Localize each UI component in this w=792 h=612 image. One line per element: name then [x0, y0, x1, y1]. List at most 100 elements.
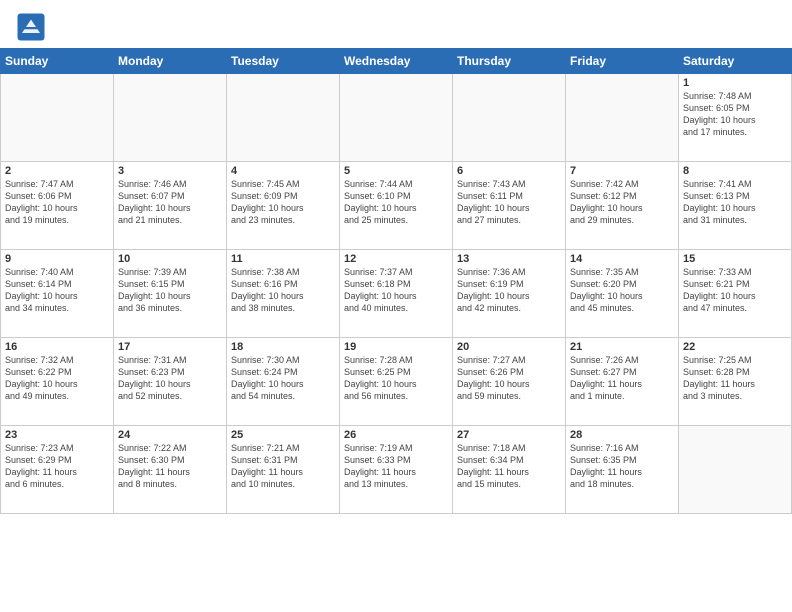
day-header-row: SundayMondayTuesdayWednesdayThursdayFrid… [1, 49, 792, 74]
day-cell: 26Sunrise: 7:19 AM Sunset: 6:33 PM Dayli… [340, 426, 453, 514]
day-number: 23 [5, 429, 109, 441]
day-info: Sunrise: 7:44 AM Sunset: 6:10 PM Dayligh… [344, 178, 448, 227]
day-info: Sunrise: 7:16 AM Sunset: 6:35 PM Dayligh… [570, 442, 674, 491]
day-number: 28 [570, 429, 674, 441]
calendar: SundayMondayTuesdayWednesdayThursdayFrid… [0, 48, 792, 514]
day-info: Sunrise: 7:42 AM Sunset: 6:12 PM Dayligh… [570, 178, 674, 227]
day-header-saturday: Saturday [679, 49, 792, 74]
day-cell: 1Sunrise: 7:48 AM Sunset: 6:05 PM Daylig… [679, 74, 792, 162]
day-cell: 7Sunrise: 7:42 AM Sunset: 6:12 PM Daylig… [566, 162, 679, 250]
day-cell [1, 74, 114, 162]
day-cell: 16Sunrise: 7:32 AM Sunset: 6:22 PM Dayli… [1, 338, 114, 426]
day-info: Sunrise: 7:31 AM Sunset: 6:23 PM Dayligh… [118, 354, 222, 403]
day-header-monday: Monday [114, 49, 227, 74]
day-info: Sunrise: 7:26 AM Sunset: 6:27 PM Dayligh… [570, 354, 674, 403]
day-cell: 4Sunrise: 7:45 AM Sunset: 6:09 PM Daylig… [227, 162, 340, 250]
week-row-4: 16Sunrise: 7:32 AM Sunset: 6:22 PM Dayli… [1, 338, 792, 426]
day-number: 21 [570, 341, 674, 353]
logo-icon [16, 12, 46, 42]
day-cell: 13Sunrise: 7:36 AM Sunset: 6:19 PM Dayli… [453, 250, 566, 338]
day-info: Sunrise: 7:40 AM Sunset: 6:14 PM Dayligh… [5, 266, 109, 315]
page-header [0, 0, 792, 48]
day-cell: 19Sunrise: 7:28 AM Sunset: 6:25 PM Dayli… [340, 338, 453, 426]
day-info: Sunrise: 7:35 AM Sunset: 6:20 PM Dayligh… [570, 266, 674, 315]
day-info: Sunrise: 7:19 AM Sunset: 6:33 PM Dayligh… [344, 442, 448, 491]
day-number: 7 [570, 165, 674, 177]
day-info: Sunrise: 7:37 AM Sunset: 6:18 PM Dayligh… [344, 266, 448, 315]
day-number: 27 [457, 429, 561, 441]
day-cell: 5Sunrise: 7:44 AM Sunset: 6:10 PM Daylig… [340, 162, 453, 250]
day-info: Sunrise: 7:33 AM Sunset: 6:21 PM Dayligh… [683, 266, 787, 315]
day-cell [453, 74, 566, 162]
day-number: 16 [5, 341, 109, 353]
day-cell: 25Sunrise: 7:21 AM Sunset: 6:31 PM Dayli… [227, 426, 340, 514]
day-cell: 9Sunrise: 7:40 AM Sunset: 6:14 PM Daylig… [1, 250, 114, 338]
week-row-2: 2Sunrise: 7:47 AM Sunset: 6:06 PM Daylig… [1, 162, 792, 250]
day-cell [566, 74, 679, 162]
day-info: Sunrise: 7:21 AM Sunset: 6:31 PM Dayligh… [231, 442, 335, 491]
day-number: 15 [683, 253, 787, 265]
day-cell [114, 74, 227, 162]
day-header-thursday: Thursday [453, 49, 566, 74]
day-cell: 20Sunrise: 7:27 AM Sunset: 6:26 PM Dayli… [453, 338, 566, 426]
day-cell [340, 74, 453, 162]
day-info: Sunrise: 7:32 AM Sunset: 6:22 PM Dayligh… [5, 354, 109, 403]
day-header-friday: Friday [566, 49, 679, 74]
day-cell: 14Sunrise: 7:35 AM Sunset: 6:20 PM Dayli… [566, 250, 679, 338]
day-cell: 17Sunrise: 7:31 AM Sunset: 6:23 PM Dayli… [114, 338, 227, 426]
day-info: Sunrise: 7:47 AM Sunset: 6:06 PM Dayligh… [5, 178, 109, 227]
day-header-tuesday: Tuesday [227, 49, 340, 74]
day-cell: 28Sunrise: 7:16 AM Sunset: 6:35 PM Dayli… [566, 426, 679, 514]
day-number: 3 [118, 165, 222, 177]
day-number: 2 [5, 165, 109, 177]
day-header-wednesday: Wednesday [340, 49, 453, 74]
day-number: 10 [118, 253, 222, 265]
day-cell: 8Sunrise: 7:41 AM Sunset: 6:13 PM Daylig… [679, 162, 792, 250]
day-number: 6 [457, 165, 561, 177]
day-cell [679, 426, 792, 514]
day-info: Sunrise: 7:25 AM Sunset: 6:28 PM Dayligh… [683, 354, 787, 403]
day-info: Sunrise: 7:48 AM Sunset: 6:05 PM Dayligh… [683, 90, 787, 139]
day-cell: 11Sunrise: 7:38 AM Sunset: 6:16 PM Dayli… [227, 250, 340, 338]
day-cell: 21Sunrise: 7:26 AM Sunset: 6:27 PM Dayli… [566, 338, 679, 426]
day-number: 22 [683, 341, 787, 353]
day-number: 12 [344, 253, 448, 265]
day-number: 13 [457, 253, 561, 265]
day-number: 24 [118, 429, 222, 441]
day-info: Sunrise: 7:36 AM Sunset: 6:19 PM Dayligh… [457, 266, 561, 315]
day-number: 20 [457, 341, 561, 353]
day-header-sunday: Sunday [1, 49, 114, 74]
day-info: Sunrise: 7:39 AM Sunset: 6:15 PM Dayligh… [118, 266, 222, 315]
day-number: 5 [344, 165, 448, 177]
day-cell: 3Sunrise: 7:46 AM Sunset: 6:07 PM Daylig… [114, 162, 227, 250]
day-number: 18 [231, 341, 335, 353]
day-info: Sunrise: 7:43 AM Sunset: 6:11 PM Dayligh… [457, 178, 561, 227]
day-number: 11 [231, 253, 335, 265]
day-cell: 10Sunrise: 7:39 AM Sunset: 6:15 PM Dayli… [114, 250, 227, 338]
day-info: Sunrise: 7:46 AM Sunset: 6:07 PM Dayligh… [118, 178, 222, 227]
week-row-3: 9Sunrise: 7:40 AM Sunset: 6:14 PM Daylig… [1, 250, 792, 338]
day-number: 14 [570, 253, 674, 265]
week-row-5: 23Sunrise: 7:23 AM Sunset: 6:29 PM Dayli… [1, 426, 792, 514]
day-cell: 6Sunrise: 7:43 AM Sunset: 6:11 PM Daylig… [453, 162, 566, 250]
week-row-1: 1Sunrise: 7:48 AM Sunset: 6:05 PM Daylig… [1, 74, 792, 162]
day-info: Sunrise: 7:28 AM Sunset: 6:25 PM Dayligh… [344, 354, 448, 403]
day-info: Sunrise: 7:23 AM Sunset: 6:29 PM Dayligh… [5, 442, 109, 491]
day-cell [227, 74, 340, 162]
logo [16, 12, 50, 42]
day-info: Sunrise: 7:18 AM Sunset: 6:34 PM Dayligh… [457, 442, 561, 491]
day-cell: 22Sunrise: 7:25 AM Sunset: 6:28 PM Dayli… [679, 338, 792, 426]
day-number: 25 [231, 429, 335, 441]
day-number: 17 [118, 341, 222, 353]
day-number: 4 [231, 165, 335, 177]
day-info: Sunrise: 7:30 AM Sunset: 6:24 PM Dayligh… [231, 354, 335, 403]
day-cell: 18Sunrise: 7:30 AM Sunset: 6:24 PM Dayli… [227, 338, 340, 426]
day-cell: 24Sunrise: 7:22 AM Sunset: 6:30 PM Dayli… [114, 426, 227, 514]
day-number: 26 [344, 429, 448, 441]
day-info: Sunrise: 7:38 AM Sunset: 6:16 PM Dayligh… [231, 266, 335, 315]
day-cell: 27Sunrise: 7:18 AM Sunset: 6:34 PM Dayli… [453, 426, 566, 514]
day-cell: 23Sunrise: 7:23 AM Sunset: 6:29 PM Dayli… [1, 426, 114, 514]
day-info: Sunrise: 7:45 AM Sunset: 6:09 PM Dayligh… [231, 178, 335, 227]
day-cell: 2Sunrise: 7:47 AM Sunset: 6:06 PM Daylig… [1, 162, 114, 250]
day-info: Sunrise: 7:27 AM Sunset: 6:26 PM Dayligh… [457, 354, 561, 403]
